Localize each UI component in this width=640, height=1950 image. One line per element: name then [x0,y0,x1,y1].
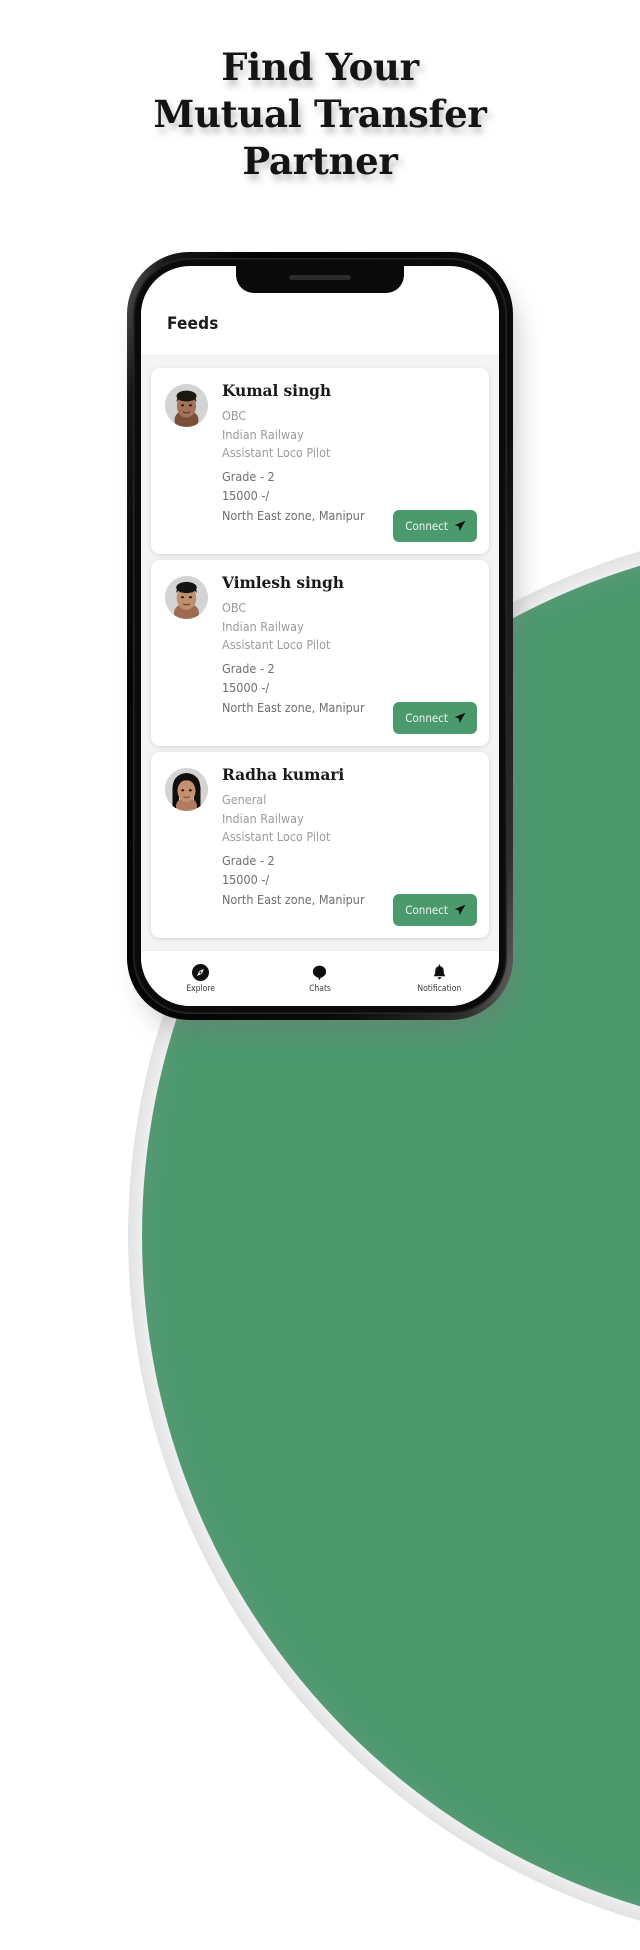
connect-button-label: Connect [405,519,448,533]
nav-item-notification[interactable]: Notification [380,964,499,994]
person-salary: 15000 -/ [222,872,270,887]
nav-item-chats[interactable]: Chats [260,964,379,994]
person-name: Vimlesh singh [222,573,344,592]
person-name: Radha kumari [222,765,345,784]
feed-card[interactable]: Radha kumari General Indian Railway Assi… [151,752,489,938]
card-body: Kumal singh OBC Indian Railway Assistant… [222,381,477,542]
send-icon [454,520,466,531]
person-designation: Assistant Loco Pilot [222,637,331,652]
person-category: OBC [222,408,247,423]
app-header: Feeds [141,293,499,355]
male-avatar-2-icon [165,576,208,619]
avatar [165,384,208,427]
headline-line-1: Find Your [221,45,419,89]
person-organization: Indian Railway [222,810,304,826]
person-grade: Grade - 2 [222,852,275,868]
nav-label-explore: Explore [186,983,215,994]
connect-button[interactable]: Connect [393,510,477,542]
card-body: Radha kumari General Indian Railway Assi… [222,765,477,926]
person-designation: Assistant Loco Pilot [222,829,331,844]
send-icon [454,712,466,723]
chat-bubble-icon [311,964,328,981]
person-organization: Indian Railway [222,426,304,442]
phone-mockup: Feeds Kumal singh OBC Indian Railway Ass… [127,252,513,1020]
headline-line-3: Partner [242,139,398,183]
nav-item-explore[interactable]: Explore [141,963,260,994]
send-icon [454,904,466,915]
person-salary: 15000 -/ [222,680,270,695]
avatar [165,576,208,619]
person-category: General [222,792,267,807]
connect-button[interactable]: Connect [393,894,477,926]
page-headline: Find Your Mutual Transfer Partner [0,44,640,185]
nav-label-notification: Notification [417,983,462,994]
phone-notch [236,266,404,293]
person-organization: Indian Railway [222,618,304,634]
feed-card[interactable]: Kumal singh OBC Indian Railway Assistant… [151,368,489,554]
bottom-navigation: Explore Chats Notification [141,950,499,1006]
person-name: Kumal singh [222,381,332,400]
person-grade: Grade - 2 [222,468,275,484]
bell-icon [431,964,448,981]
feed-list[interactable]: Kumal singh OBC Indian Railway Assistant… [141,356,499,951]
page-title: Feeds [167,314,219,334]
connect-button-label: Connect [405,903,448,917]
connect-button-label: Connect [405,711,448,725]
phone-screen: Feeds Kumal singh OBC Indian Railway Ass… [141,266,499,1006]
compass-icon [192,963,210,981]
male-avatar-1-icon [165,384,208,427]
person-salary: 15000 -/ [222,488,270,503]
person-category: OBC [222,600,247,615]
female-avatar-1-icon [165,768,208,811]
person-grade: Grade - 2 [222,660,275,676]
notch-speaker-icon [289,275,351,280]
nav-label-chats: Chats [309,983,331,994]
feed-card[interactable]: Vimlesh singh OBC Indian Railway Assista… [151,560,489,746]
avatar [165,768,208,811]
header-divider [141,355,499,356]
person-designation: Assistant Loco Pilot [222,445,331,460]
card-body: Vimlesh singh OBC Indian Railway Assista… [222,573,477,734]
connect-button[interactable]: Connect [393,702,477,734]
headline-line-2: Mutual Transfer [153,92,487,136]
